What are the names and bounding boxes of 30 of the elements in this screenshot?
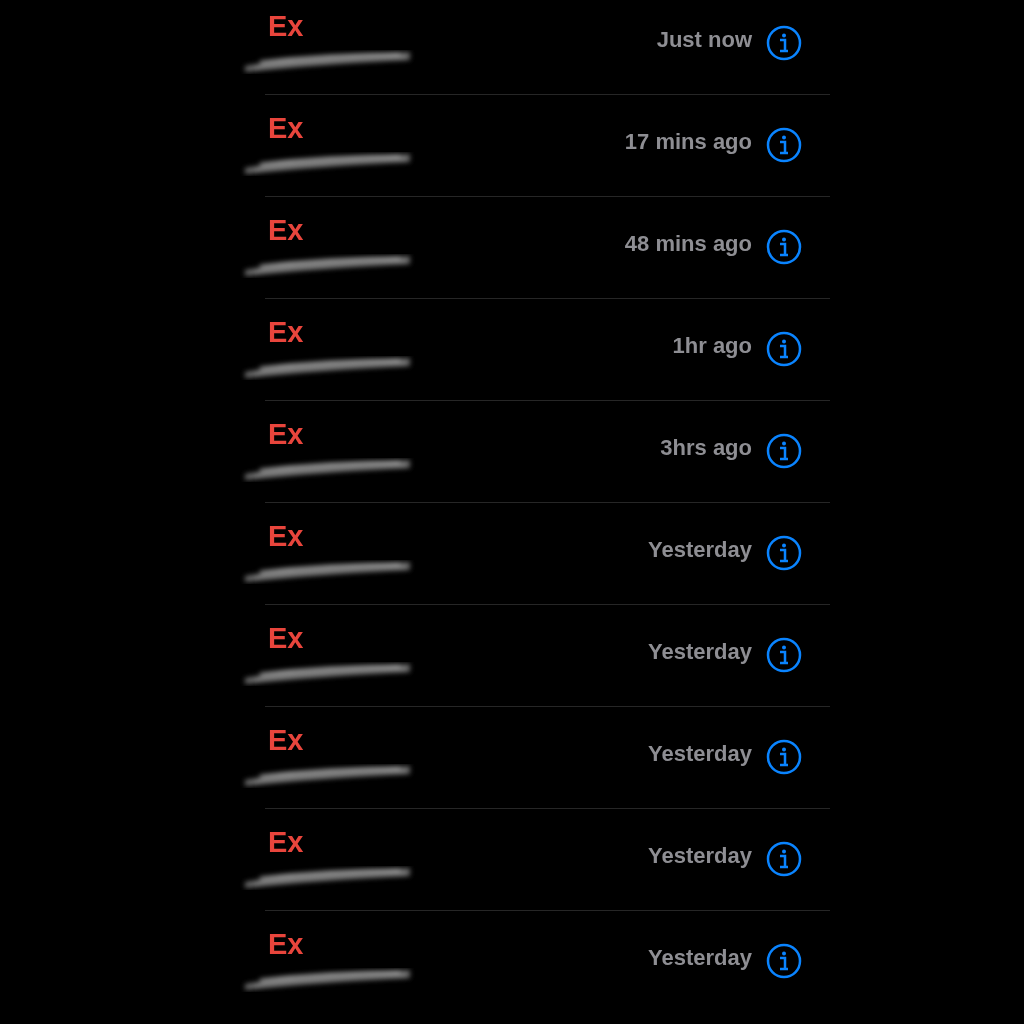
contact-name: Ex [268, 624, 304, 653]
info-icon[interactable] [766, 535, 802, 571]
call-time: 17 mins ago [624, 131, 752, 153]
contact-name: Ex [268, 522, 304, 551]
call-time: 48 mins ago [624, 233, 752, 255]
info-icon[interactable] [766, 433, 802, 469]
info-icon[interactable] [766, 127, 802, 163]
info-icon[interactable] [766, 229, 802, 265]
call-time: Yesterday [648, 539, 752, 561]
contact-name: Ex [268, 726, 304, 755]
call-time: 3hrs ago [660, 437, 752, 459]
call-time: Yesterday [648, 743, 752, 765]
call-time: Yesterday [648, 845, 752, 867]
contact-name: Ex [268, 930, 304, 959]
info-icon[interactable] [766, 841, 802, 877]
contact-name: Ex [268, 216, 304, 245]
call-time: Just now [656, 29, 752, 51]
info-icon[interactable] [766, 943, 802, 979]
info-icon[interactable] [766, 25, 802, 61]
call-time: Yesterday [648, 947, 752, 969]
call-time: 1hr ago [672, 335, 752, 357]
contact-name: Ex [268, 828, 304, 857]
contact-name: Ex [268, 318, 304, 347]
call-time: Yesterday [648, 641, 752, 663]
contact-name: Ex [268, 12, 304, 41]
contact-name: Ex [268, 114, 304, 143]
contact-name: Ex [268, 420, 304, 449]
info-icon[interactable] [766, 739, 802, 775]
info-icon[interactable] [766, 331, 802, 367]
info-icon[interactable] [766, 637, 802, 673]
